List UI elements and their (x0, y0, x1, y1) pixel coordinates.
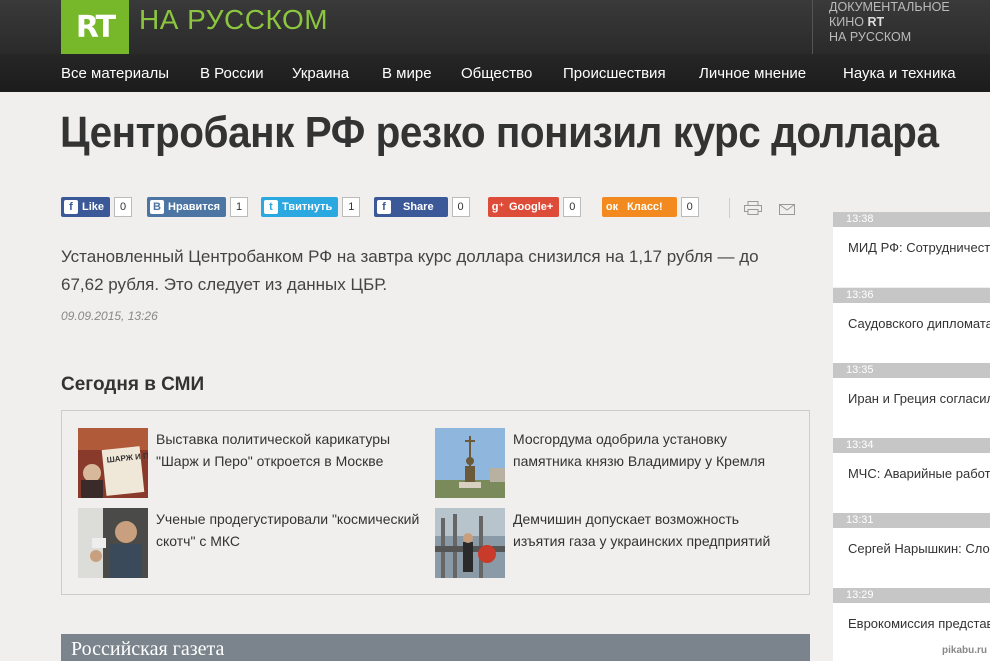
feed-item-text[interactable]: Сергей Нарышкин: Слова о непогрешимости … (848, 538, 990, 580)
feed-item-time: 13:38 (833, 212, 990, 227)
doc-line-3: НА РУССКОМ (829, 30, 912, 44)
nav-item-world[interactable]: В мире (382, 65, 432, 82)
vk-like-button[interactable]: B Нравится (147, 197, 227, 217)
vk-like-widget[interactable]: B Нравится 1 (147, 197, 249, 217)
twitter-widget[interactable]: t Твитнуть 1 (261, 197, 361, 217)
ok-class-count: 0 (680, 197, 699, 217)
feed-item-time: 13:34 (833, 438, 990, 453)
feed-item-time: 13:36 (833, 288, 990, 303)
article-lead: Установленный Центробанком РФ на завтра … (61, 247, 759, 294)
facebook-share-count: 0 (451, 197, 470, 217)
twitter-label: Твитнуть (282, 201, 333, 213)
nav-item-russia[interactable]: В России (200, 65, 264, 82)
article-date: 09.09.2015, 13:26 (61, 309, 158, 323)
twitter-button[interactable]: t Твитнуть (261, 197, 339, 217)
smi-box: ШАРЖ И ПЕРО Выставка политической карика… (61, 410, 810, 595)
rossiyskaya-gazeta-section[interactable]: Российская газета (61, 634, 810, 661)
toolbar-divider (729, 198, 730, 218)
feed-item[interactable]: 13:35 Иран и Греция согласились на самол… (833, 363, 990, 438)
main-nav: Все материалы В России Украина В мире Об… (0, 54, 990, 92)
google-plus-label: Google+ (509, 201, 554, 213)
google-plus-widget[interactable]: g⁺ Google+ 0 (488, 197, 582, 217)
ok-class-label: Класс! (627, 201, 663, 213)
site-name[interactable]: НА РУССКОМ (139, 4, 328, 36)
feed-item-time: 13:35 (833, 363, 990, 378)
feed-item[interactable]: 13:31 Сергей Нарышкин: Слова о непогреши… (833, 513, 990, 588)
facebook-share-widget[interactable]: f Share 0 (374, 197, 470, 217)
news-feed: 13:38 МИД РФ: Сотрудничество по отношени… (833, 212, 990, 661)
feed-item[interactable]: 13:34 МЧС: Аварийные работы в Свердловск… (833, 438, 990, 513)
space-tape-thumb[interactable] (78, 508, 148, 578)
feed-item-text[interactable]: Саудовского дипломата в Непала (848, 313, 990, 355)
gas-pipeline-thumb[interactable] (435, 508, 505, 578)
pikabu-watermark: pikabu.ru (942, 645, 988, 656)
google-plus-count: 0 (563, 197, 582, 217)
print-icon[interactable] (744, 201, 762, 215)
vk-icon: B (150, 200, 164, 214)
feed-item-time: 13:29 (833, 588, 990, 603)
twitter-bird-icon: t (264, 200, 278, 214)
vk-like-count: 1 (230, 197, 249, 217)
doc-line-2-rt: RT (867, 15, 885, 29)
doc-line-2: КИНО RT (829, 15, 990, 30)
feed-item[interactable]: 13:38 МИД РФ: Сотрудничество по отношени… (833, 212, 990, 287)
nav-item-all[interactable]: Все материалы (61, 65, 169, 82)
facebook-like-label: Like (82, 201, 105, 213)
facebook-like-count: 0 (114, 197, 133, 217)
vk-like-label: Нравится (168, 201, 221, 213)
google-plus-icon: g⁺ (491, 201, 505, 213)
facebook-like-widget[interactable]: f Like 0 (61, 197, 133, 217)
doc-line-1: ДОКУМЕНТАЛЬНОЕ (829, 0, 950, 14)
smi-item[interactable]: Демчишин допускает возможность изъятия г… (435, 508, 795, 578)
ok-class-widget[interactable]: ок Класс! 0 (602, 197, 699, 217)
nav-item-incidents[interactable]: Происшествия (563, 65, 666, 82)
smi-section-title: Сегодня в СМИ (61, 374, 205, 395)
ok-class-button[interactable]: ок Класс! (602, 197, 677, 217)
facebook-icon: f (64, 200, 78, 214)
documentary-link[interactable]: ДОКУМЕНТАЛЬНОЕ КИНО RT НА РУССКОМ (812, 0, 990, 54)
logo-text: RT (75, 9, 116, 45)
caricature-exhibition-thumb[interactable]: ШАРЖ И ПЕРО (78, 428, 148, 498)
facebook-like-button[interactable]: f Like (61, 197, 111, 217)
smi-item-text[interactable]: Мосгордума одобрила установку памятника … (513, 428, 788, 472)
feed-item-text[interactable]: МЧС: Аварийные работы в Свердловской обл… (848, 463, 990, 505)
feed-item-time: 13:31 (833, 513, 990, 528)
smi-item[interactable]: Ученые продегустировали "космический ско… (78, 508, 438, 578)
smi-item-text[interactable]: Выставка политической карикатуры "Шарж и… (156, 428, 431, 472)
facebook-share-button[interactable]: f Share (374, 197, 448, 217)
doc-line-2-prefix: КИНО (829, 15, 868, 29)
smi-item[interactable]: ШАРЖ И ПЕРО Выставка политической карика… (78, 428, 438, 498)
nav-item-science[interactable]: Наука и техника (843, 65, 956, 82)
facebook-share-label: Share (403, 201, 434, 213)
feed-item-text[interactable]: Иран и Греция согласились на самолёты с … (848, 388, 990, 430)
smi-item[interactable]: Мосгордума одобрила установку памятника … (435, 428, 795, 498)
feed-item[interactable]: 13:36 Саудовского дипломата в Непала (833, 288, 990, 363)
article-title: Центробанк РФ резко понизил курс доллара (60, 108, 939, 157)
rt-logo[interactable]: RT (61, 0, 129, 54)
mail-icon[interactable] (779, 204, 795, 215)
google-plus-button[interactable]: g⁺ Google+ (488, 197, 560, 217)
smi-item-text[interactable]: Ученые продегустировали "космический ско… (156, 508, 431, 552)
smi-item-text[interactable]: Демчишин допускает возможность изъятия г… (513, 508, 788, 552)
rg-section-title: Российская газета (71, 638, 225, 660)
facebook-icon: f (377, 200, 391, 214)
twitter-count: 1 (342, 197, 361, 217)
odnoklassniki-icon: ок (605, 201, 619, 213)
vladimir-monument-thumb[interactable] (435, 428, 505, 498)
nav-item-opinion[interactable]: Личное мнение (699, 65, 806, 82)
nav-item-society[interactable]: Общество (461, 65, 532, 82)
site-header: RT НА РУССКОМ ДОКУМЕНТАЛЬНОЕ КИНО RT НА … (0, 0, 990, 54)
feed-item-text[interactable]: МИД РФ: Сотрудничество по отношениям Рос… (848, 237, 990, 279)
nav-item-ukraine[interactable]: Украина (292, 65, 349, 82)
